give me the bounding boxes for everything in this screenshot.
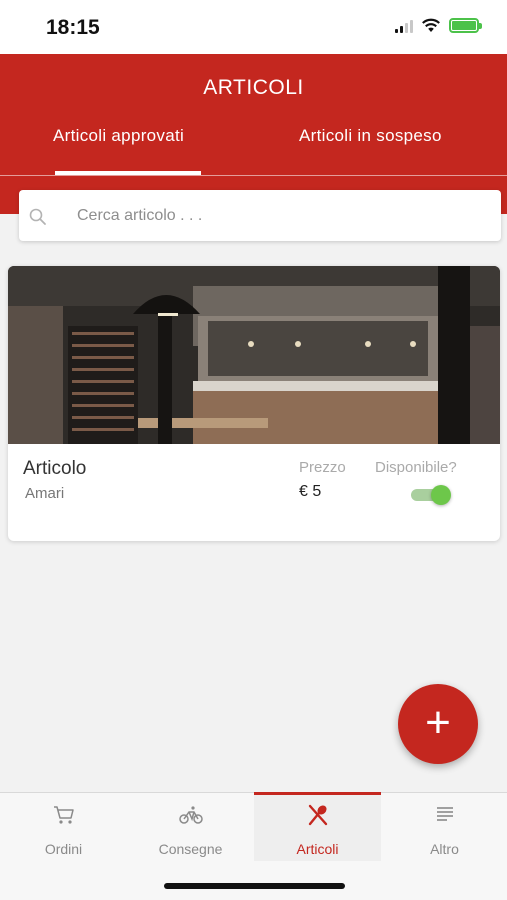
bicycle-icon [178, 806, 203, 824]
tab-articoli[interactable]: Articoli [254, 792, 381, 861]
tab-label: Consegne [158, 841, 223, 857]
cart-icon [53, 806, 74, 824]
price-value: € 5 [299, 483, 322, 500]
tab-ordini[interactable]: Ordini [0, 793, 127, 861]
search-bar [19, 190, 501, 241]
tab-consegne[interactable]: Consegne [127, 793, 254, 861]
status-time: 18:15 [46, 16, 100, 39]
search-input[interactable] [77, 190, 477, 241]
tab-label: Altro [430, 841, 459, 857]
cellular-signal-icon [395, 19, 413, 33]
utensils-icon [308, 804, 327, 826]
header-divider [0, 175, 507, 176]
article-name: Articolo [23, 458, 87, 479]
add-article-button[interactable]: + [398, 684, 478, 764]
tab-altro[interactable]: Altro [381, 793, 507, 861]
status-icons [395, 18, 482, 33]
status-bar: 18:15 [0, 0, 507, 54]
menu-lines-icon [436, 807, 453, 821]
search-icon [29, 208, 46, 225]
tab-label: Articoli [296, 841, 339, 857]
price-label: Prezzo [299, 459, 346, 476]
article-category: Amari [25, 485, 65, 502]
battery-icon [449, 18, 482, 33]
tab-label: Ordini [44, 841, 83, 857]
article-card[interactable]: Articolo Amari Prezzo € 5 Disponibile? [8, 266, 500, 541]
toggle-thumb [431, 485, 451, 505]
wifi-icon [422, 18, 440, 32]
availability-toggle[interactable] [411, 485, 451, 505]
tab-articoli-approvati[interactable]: Articoli approvati [53, 126, 184, 146]
article-photo [8, 266, 500, 444]
page-title: ARTICOLI [203, 76, 304, 99]
availability-label: Disponibile? [375, 459, 457, 476]
home-indicator [164, 883, 345, 889]
tab-articoli-in-sospeso[interactable]: Articoli in sospeso [299, 126, 442, 146]
active-tab-bar [254, 792, 381, 795]
